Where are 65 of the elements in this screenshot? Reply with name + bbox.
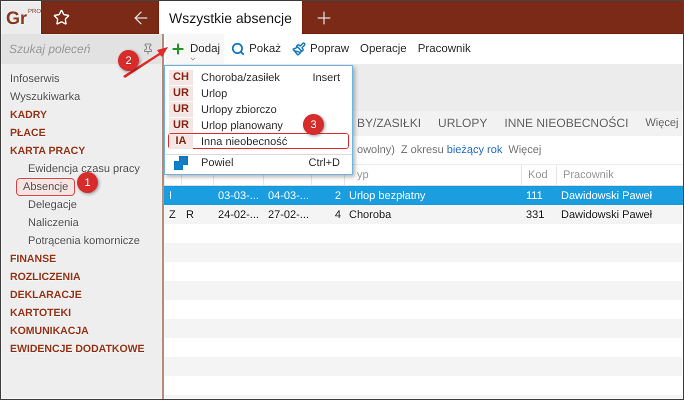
table-cell-text: 03-03-... <box>217 188 260 204</box>
nav-item[interactable]: Potrącenia komornicze <box>22 232 146 250</box>
view-tab[interactable]: URLOPY <box>438 116 488 132</box>
brush-icon <box>292 42 306 56</box>
more-link[interactable]: Więcej <box>508 144 542 156</box>
table-cell-text: 04-03-... <box>267 188 310 204</box>
table-cell-text: Choroba <box>348 208 392 222</box>
nav-section[interactable]: KOMUNIKACJA <box>10 322 89 340</box>
nav-section[interactable]: DEKLARACJE <box>10 286 82 304</box>
view-tab[interactable]: BY/ZASIŁKI <box>357 116 422 132</box>
code-label: UR <box>169 118 193 133</box>
nav-section[interactable]: PŁACE <box>10 124 46 142</box>
menu-item[interactable]: UR Urlop planowany <box>168 117 300 133</box>
search-field[interactable]: Szukaj poleceń <box>9 42 107 56</box>
menu-item[interactable]: UR Urlopy zbiorczo <box>168 101 294 117</box>
table-cell-text: 27-02-... <box>267 208 310 222</box>
code-label: IA <box>169 134 193 149</box>
caret-icon <box>189 55 197 63</box>
toolbar-button[interactable]: Dodaj <box>166 34 224 64</box>
nav-section[interactable]: KARTOTEKI <box>10 304 72 322</box>
pin-icon[interactable] <box>142 43 154 55</box>
menu-item[interactable]: UR Urlop <box>168 85 244 101</box>
nav-item[interactable]: Absencje <box>16 178 76 196</box>
nav-item[interactable]: Infoserwis <box>10 70 60 88</box>
code-label: UR <box>169 86 193 101</box>
nav-item[interactable]: Delegacje <box>22 196 83 214</box>
nav-section[interactable]: KADRY <box>10 106 47 124</box>
table-row[interactable]: Z R 24-02-... 27-02-... 4 Choroba 331 Dawidowski Paweł <box>164 205 683 224</box>
toolbar-button[interactable]: Pokaż <box>227 34 286 64</box>
view-tab[interactable]: INNE NIEOBECNOŚCI <box>504 116 628 132</box>
table-cell-text: I <box>168 188 174 204</box>
nav-section[interactable]: KARTA PRACY <box>10 142 86 160</box>
table-cell-text: 111 <box>525 188 544 204</box>
copy-icon <box>174 156 188 170</box>
table-cell-text: R <box>185 208 195 222</box>
table-cell-text: Dawidowski Paweł <box>560 188 654 204</box>
nav-section[interactable]: ROZLICZENIA <box>10 268 81 286</box>
table-cell-text: Dawidowski Paweł <box>560 208 654 222</box>
table-cell-text: Z <box>168 208 177 222</box>
nav-section[interactable]: EWIDENCJE DODATKOWE <box>10 340 145 358</box>
table-cell-text: 4 <box>334 208 342 222</box>
plus-icon <box>170 41 186 57</box>
table-cell-text: 2 <box>334 188 342 204</box>
nav-item[interactable]: Wyszukiwarka <box>10 88 80 106</box>
period-link[interactable]: bieżący rok <box>446 144 502 156</box>
filter-label: Z okresu <box>400 144 444 156</box>
menu-item[interactable]: IA Inna nieobecność <box>168 133 349 149</box>
star-icon[interactable] <box>52 9 70 26</box>
table-cell-text: 24-02-... <box>217 208 260 222</box>
table-cell-text: 331 <box>525 208 546 222</box>
table-cell-text: Urlop bezpłatny <box>348 188 426 204</box>
code-label: UR <box>169 102 193 117</box>
view-tab[interactable]: Więcej <box>645 116 678 130</box>
arrow-icon <box>121 45 169 79</box>
menu-item[interactable]: Powiel Ctrl+D <box>168 155 349 171</box>
code-label: CH <box>169 70 193 85</box>
menu-item[interactable]: CH Choroba/zasiłek Insert <box>168 69 349 85</box>
document-tab[interactable]: Wszystkie absencje <box>159 1 302 34</box>
nav-section[interactable]: FINANSE <box>10 250 56 268</box>
filter-text: owolny) <box>357 144 395 156</box>
toolbar-button[interactable]: Popraw <box>288 34 354 64</box>
nav-item[interactable]: Naliczenia <box>22 214 85 232</box>
search-icon <box>231 42 246 56</box>
toolbar-button[interactable]: Pracownik <box>414 34 475 64</box>
toolbar-button[interactable]: Operacje <box>356 34 411 64</box>
